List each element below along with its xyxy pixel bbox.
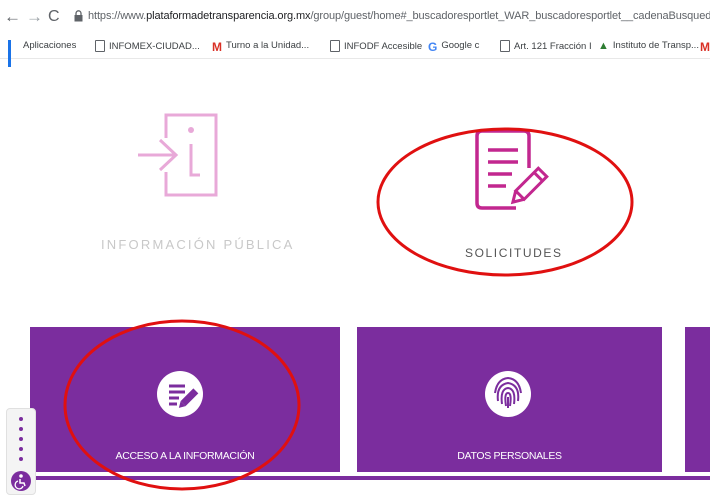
bookmark-instituto[interactable]: ▲ Instituto de Transp... [598,40,699,52]
menu-dot [19,457,23,461]
card-label-acceso: ACCESO A LA INFORMACIÓN [115,450,255,462]
forward-arrow-icon[interactable]: → [26,7,43,27]
lock-icon [74,10,83,22]
bookmark-art121[interactable]: Art. 121 Fracción I [500,40,592,52]
page-icon [500,40,510,52]
gmail-icon: M [212,40,222,54]
bookmark-label: Aplicaciones [23,40,77,51]
tile-label-solicitudes: SOLICITUDES [465,246,563,260]
bookmark-label: Art. 121 Fracción I [514,40,592,52]
bookmark-aplicaciones[interactable]: Aplicaciones [8,40,77,67]
bookmarks-bar: Aplicaciones INFOMEX-CIUDAD... M Turno a… [0,36,710,67]
url-domain: plataformadetransparencia.org.mx [146,10,311,22]
bookmark-turno[interactable]: M Turno a la Unidad... [212,40,310,54]
apps-icon [8,40,19,67]
reload-icon[interactable]: C [48,7,60,27]
card-partial-next[interactable] [685,327,710,472]
back-arrow-icon[interactable]: ← [4,7,21,27]
menu-dot [19,417,23,421]
page-icon [330,40,340,52]
gmail-icon: M [700,40,710,54]
fingerprint-icon [494,376,522,408]
bookmark-google[interactable]: G Google c [428,40,480,54]
bookmark-label: Turno a la Unidad... [226,40,310,51]
card-icon-circle [157,371,203,417]
accessibility-widget[interactable] [6,408,36,495]
tile-label-informacion-publica: INFORMACIÓN PÚBLICA [101,237,295,252]
bookmark-label: Instituto de Transp... [612,40,699,51]
menu-dot [19,447,23,451]
card-acceso-informacion[interactable]: ACCESO A LA INFORMACIÓN [30,327,340,472]
document-pen-icon [475,129,549,210]
url-path: /group/guest/home#_buscadoresportlet_WAR… [310,10,710,22]
menu-dot [19,427,23,431]
bookmark-infomex[interactable]: INFOMEX-CIUDAD... [95,40,200,52]
card-icon-circle [485,371,531,417]
edit-list-icon [169,384,199,408]
bookmark-label: Google c [441,40,480,51]
institution-icon: ▲ [598,40,609,52]
url-field[interactable]: https://www.plataformadetransparencia.or… [88,10,710,22]
bookmark-label: INFODF Accesible [344,40,423,52]
wheelchair-icon [11,471,31,491]
bookmark-label: INFOMEX-CIUDAD... [109,40,200,52]
card-datos-personales[interactable]: DATOS PERSONALES [357,327,662,472]
info-door-icon [138,113,218,197]
google-icon: G [428,40,438,54]
bookmark-infodf[interactable]: INFODF Accesible [330,40,422,52]
url-prefix: https://www. [88,10,147,22]
bottom-strip [30,476,710,497]
bookmark-overflow[interactable]: M [700,40,710,54]
address-bar: ← → C https://www.plataformadetransparen… [0,0,710,36]
menu-dot [19,437,23,441]
page-icon [95,40,105,52]
card-label-datos: DATOS PERSONALES [457,450,562,462]
